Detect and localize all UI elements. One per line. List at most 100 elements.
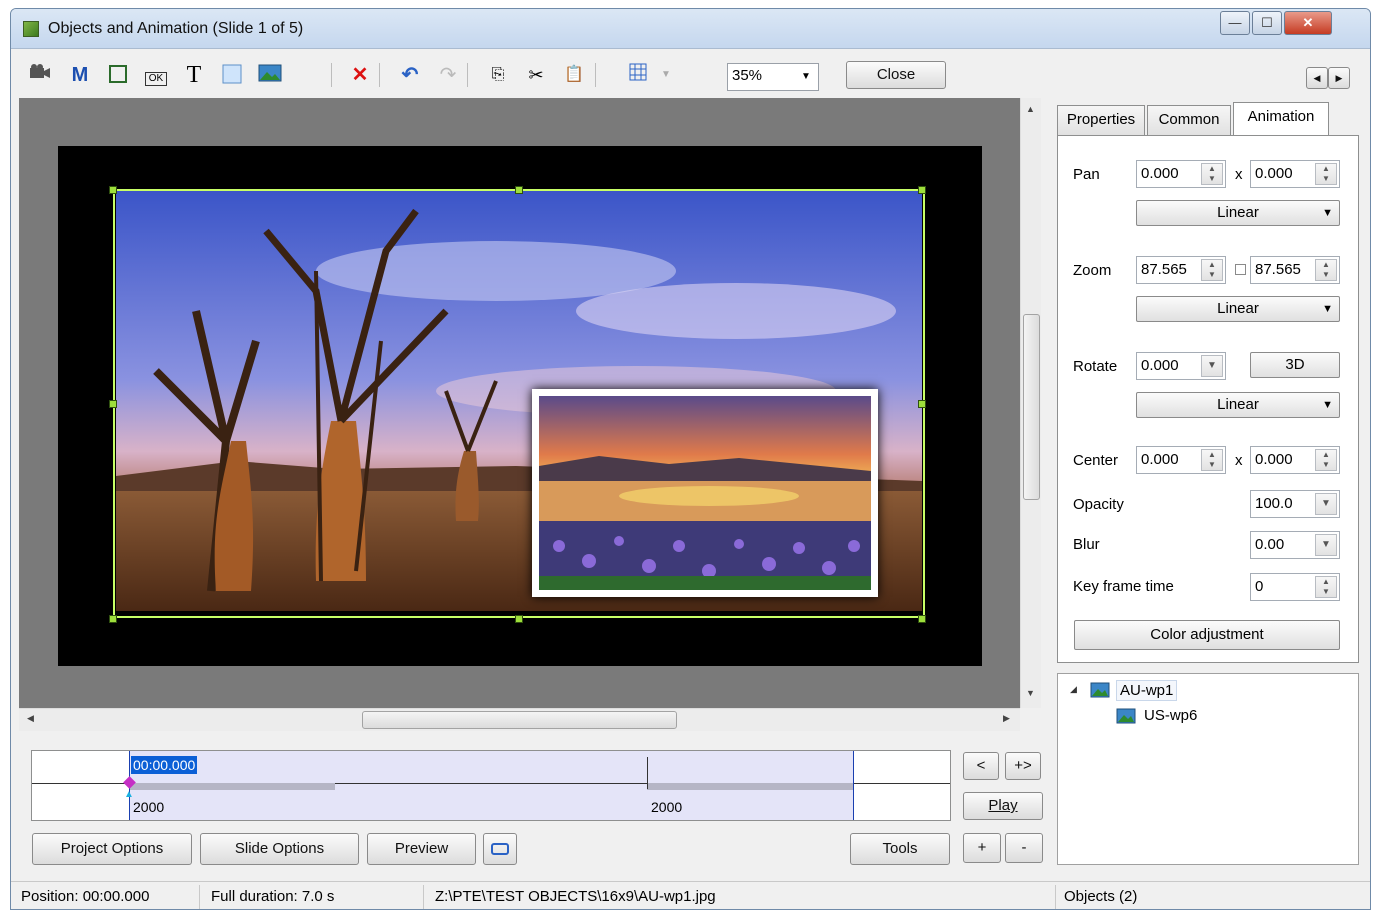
chevron-down-icon[interactable]: ▼ xyxy=(1315,493,1337,515)
pan-x-value: 0.000 xyxy=(1141,165,1179,182)
toolbar: M OK T ✕ ↶ ↷ ⎘ ✂ 📋 ▼ 35% ▼ Close ◀ ▶ xyxy=(19,53,1362,97)
chevron-down-icon[interactable]: ▼ xyxy=(1201,355,1223,377)
scroll-down-icon[interactable]: ▼ xyxy=(1026,688,1035,698)
add-keyframe-button[interactable]: + xyxy=(963,833,1001,863)
spinner-icon[interactable]: ▲ ▼ xyxy=(1315,259,1337,281)
copy-icon[interactable]: ⎘ xyxy=(485,63,511,87)
image-icon[interactable] xyxy=(257,63,283,87)
tree-item-au-wp1[interactable]: AU-wp1 xyxy=(1116,680,1178,701)
resize-handle[interactable] xyxy=(109,186,117,194)
slide-canvas[interactable] xyxy=(19,98,1020,708)
scroll-right-icon[interactable]: ▶ xyxy=(1003,713,1010,724)
resize-handle[interactable] xyxy=(109,400,117,408)
ok-button-icon[interactable]: OK xyxy=(143,63,169,87)
maximize-button[interactable]: ☐ xyxy=(1252,11,1282,35)
rotate-label: Rotate xyxy=(1073,358,1118,375)
play-button[interactable]: Play xyxy=(963,792,1043,820)
rotate-input[interactable]: 0.000 ▼ xyxy=(1136,352,1226,380)
chevron-down-icon: ▼ xyxy=(1322,303,1333,315)
paste-icon[interactable]: 📋 xyxy=(561,63,587,87)
zoom-combo[interactable]: 35% ▼ xyxy=(727,63,819,91)
cut-icon[interactable]: ✂ xyxy=(523,63,549,87)
rotate-3d-button[interactable]: 3D xyxy=(1250,352,1340,378)
rotate-mode-dropdown[interactable]: Linear ▼ xyxy=(1136,392,1340,418)
slide-options-button[interactable]: Slide Options xyxy=(200,833,359,865)
scroll-left-button[interactable]: ◀ xyxy=(1306,67,1328,89)
center-x-separator: x xyxy=(1235,452,1243,469)
prev-keyframe-button[interactable]: < xyxy=(963,752,999,780)
spinner-icon[interactable]: ▲ ▼ xyxy=(1201,163,1223,185)
delete-icon[interactable]: ✕ xyxy=(347,63,373,87)
chevron-down-icon[interactable]: ▼ xyxy=(1315,534,1337,556)
scroll-right-button[interactable]: ▶ xyxy=(1328,67,1350,89)
frame-icon[interactable] xyxy=(105,63,131,87)
close-window-button[interactable]: ✕ xyxy=(1284,11,1332,35)
tab-common[interactable]: Common xyxy=(1147,105,1231,135)
redo-icon[interactable]: ↷ xyxy=(435,63,461,87)
close-button[interactable]: Close xyxy=(846,61,946,89)
toolbar-separator xyxy=(331,63,332,87)
spinner-icon[interactable]: ▲ ▼ xyxy=(1315,163,1337,185)
rectangle-icon[interactable] xyxy=(219,63,245,87)
zoom-x-input[interactable]: 87.565 ▲ ▼ xyxy=(1136,256,1226,284)
canvas-horizontal-scrollbar[interactable]: ◀ ▶ xyxy=(19,708,1020,731)
inset-photo-us-wp6[interactable] xyxy=(532,389,878,597)
tree-item-us-wp6[interactable]: US-wp6 xyxy=(1144,707,1197,724)
zoom-link-checkbox[interactable] xyxy=(1235,264,1246,275)
pan-x-input[interactable]: 0.000 ▲ ▼ xyxy=(1136,160,1226,188)
pan-mode-dropdown[interactable]: Linear ▼ xyxy=(1136,200,1340,226)
resize-handle[interactable] xyxy=(918,186,926,194)
next-keyframe-button[interactable]: +> xyxy=(1005,752,1041,780)
collapse-icon[interactable]: ◢ xyxy=(1070,684,1077,695)
resize-handle[interactable] xyxy=(918,400,926,408)
chevron-down-icon: ▼ xyxy=(801,71,811,82)
image-icon xyxy=(1116,708,1136,724)
grid-dropdown-icon[interactable]: ▼ xyxy=(653,63,679,87)
tab-properties[interactable]: Properties xyxy=(1057,105,1145,135)
undo-icon[interactable]: ↶ xyxy=(397,63,423,87)
keyframe-time-input[interactable]: 0 ▲ ▼ xyxy=(1250,573,1340,601)
center-y-input[interactable]: 0.000 ▲ ▼ xyxy=(1250,446,1340,474)
pan-mode-value: Linear xyxy=(1217,204,1259,221)
text-icon[interactable]: T xyxy=(181,63,207,87)
opacity-label: Opacity xyxy=(1073,496,1124,513)
resize-handle[interactable] xyxy=(515,615,523,623)
zoom-mode-dropdown[interactable]: Linear ▼ xyxy=(1136,296,1340,322)
camera-icon[interactable] xyxy=(27,63,53,87)
pan-y-value: 0.000 xyxy=(1255,165,1293,182)
center-y-value: 0.000 xyxy=(1255,451,1293,468)
resize-handle[interactable] xyxy=(109,615,117,623)
spinner-icon[interactable]: ▲ ▼ xyxy=(1201,449,1223,471)
object-tree: ◢ AU-wp1 US-wp6 xyxy=(1057,673,1359,865)
status-objects-count: Objects (2) xyxy=(1064,888,1138,905)
ok-button-label: OK xyxy=(144,72,168,86)
scroll-up-icon[interactable]: ▲ xyxy=(1026,104,1035,114)
tools-button[interactable]: Tools xyxy=(850,833,950,865)
vertical-scroll-thumb[interactable] xyxy=(1023,314,1040,500)
scroll-left-icon[interactable]: ◀ xyxy=(27,713,34,724)
preview-button[interactable]: Preview xyxy=(367,833,476,865)
timeline[interactable]: 00:00.000 ▲ 2000 2000 xyxy=(31,750,951,821)
remove-keyframe-button[interactable]: - xyxy=(1005,833,1043,863)
blur-label: Blur xyxy=(1073,536,1100,553)
spinner-icon[interactable]: ▲ ▼ xyxy=(1315,576,1337,598)
pan-y-input[interactable]: 0.000 ▲ ▼ xyxy=(1250,160,1340,188)
m-icon[interactable]: M xyxy=(67,63,93,87)
zoom-y-input[interactable]: 87.565 ▲ ▼ xyxy=(1250,256,1340,284)
resize-handle[interactable] xyxy=(918,615,926,623)
spinner-icon[interactable]: ▲ ▼ xyxy=(1201,259,1223,281)
screen-toggle-button[interactable] xyxy=(483,833,517,865)
chevron-down-icon: ▼ xyxy=(1322,399,1333,411)
color-adjustment-button[interactable]: Color adjustment xyxy=(1074,620,1340,650)
project-options-button[interactable]: Project Options xyxy=(32,833,192,865)
grid-icon[interactable] xyxy=(625,63,651,87)
spinner-icon[interactable]: ▲ ▼ xyxy=(1315,449,1337,471)
center-x-input[interactable]: 0.000 ▲ ▼ xyxy=(1136,446,1226,474)
resize-handle[interactable] xyxy=(515,186,523,194)
minimize-button[interactable]: — xyxy=(1220,11,1250,35)
opacity-input[interactable]: 100.0 ▼ xyxy=(1250,490,1340,518)
tab-animation[interactable]: Animation xyxy=(1233,102,1329,135)
horizontal-scroll-thumb[interactable] xyxy=(362,711,677,729)
canvas-vertical-scrollbar[interactable]: ▲ ▼ xyxy=(1020,98,1041,708)
blur-input[interactable]: 0.00 ▼ xyxy=(1250,531,1340,559)
